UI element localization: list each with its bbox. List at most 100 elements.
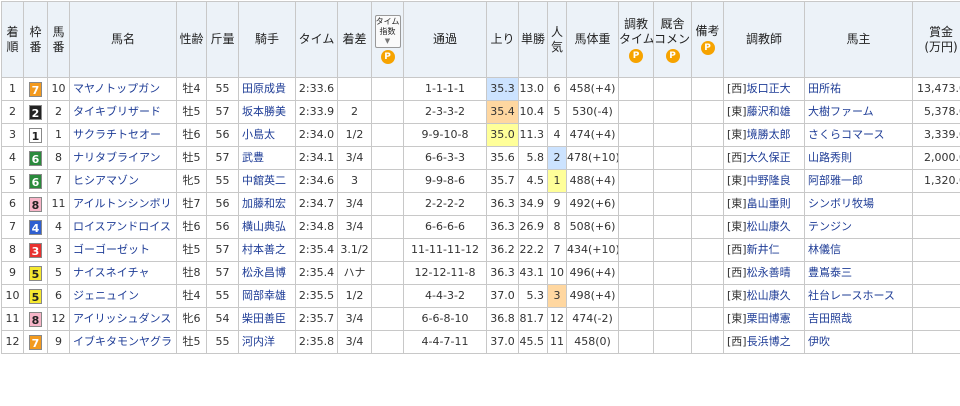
trainer-link[interactable]: 坂口正大: [747, 82, 791, 95]
jockey-link[interactable]: 河内洋: [239, 331, 296, 354]
weight-cell: 56: [207, 193, 239, 216]
margin-cell: 3/4: [338, 216, 372, 239]
owner-link[interactable]: 吉田照哉: [805, 308, 913, 331]
time-index-dropdown[interactable]: タイム指数 ▼: [375, 15, 401, 48]
jockey-link[interactable]: 小島太: [239, 124, 296, 147]
stable-comment-cell: [654, 78, 692, 101]
body-weight-cell: 508(+6): [567, 216, 619, 239]
umaban-cell: 2: [48, 101, 70, 124]
stable-comment-cell: [654, 308, 692, 331]
body-weight-cell: 474(+4): [567, 124, 619, 147]
jockey-link[interactable]: 松永昌博: [239, 262, 296, 285]
training-time-cell: [619, 239, 654, 262]
table-row: 1710マヤノトップガン牡455田原成貴2:33.61-1-1-135.313.…: [2, 78, 960, 101]
horse-name-link[interactable]: タイキブリザード: [70, 101, 177, 124]
time-index-cell: [372, 331, 404, 354]
trainer-link[interactable]: 大久保正: [747, 151, 791, 164]
jockey-link[interactable]: 横山典弘: [239, 216, 296, 239]
trainer-link[interactable]: 松山康久: [747, 289, 791, 302]
trainer-link[interactable]: 中野隆良: [747, 174, 791, 187]
owner-link[interactable]: テンジン: [805, 216, 913, 239]
header-owner: 馬主: [805, 2, 913, 78]
jockey-link[interactable]: 中舘英二: [239, 170, 296, 193]
jockey-link[interactable]: 武豊: [239, 147, 296, 170]
win-odds-cell: 10.4: [519, 101, 548, 124]
training-time-cell: [619, 101, 654, 124]
weight-cell: 55: [207, 285, 239, 308]
owner-link[interactable]: 阿部雅一郎: [805, 170, 913, 193]
umaban-cell: 3: [48, 239, 70, 262]
popularity-cell: 5: [548, 101, 567, 124]
jockey-link[interactable]: 村本善之: [239, 239, 296, 262]
weight-cell: 57: [207, 147, 239, 170]
header-umaban: 馬番: [48, 2, 70, 78]
remarks-cell: [692, 193, 724, 216]
trainer-link[interactable]: 畠山重則: [747, 197, 791, 210]
waku-badge: 5: [29, 289, 42, 304]
sex-age-cell: 牡6: [177, 216, 207, 239]
trainer-region: [東]: [727, 312, 747, 325]
owner-link[interactable]: さくらコマース: [805, 124, 913, 147]
owner-link[interactable]: 伊吹: [805, 331, 913, 354]
sex-age-cell: 牡7: [177, 193, 207, 216]
horse-name-link[interactable]: マヤノトップガン: [70, 78, 177, 101]
body-weight-cell: 474(-2): [567, 308, 619, 331]
rank-cell: 4: [2, 147, 24, 170]
horse-name-link[interactable]: ロイスアンドロイス: [70, 216, 177, 239]
trainer-link[interactable]: 長浜博之: [747, 335, 791, 348]
horse-name-link[interactable]: サクラチトセオー: [70, 124, 177, 147]
trainer-link[interactable]: 松山康久: [747, 220, 791, 233]
time-cell: 2:35.4: [296, 239, 338, 262]
horse-name-link[interactable]: アイリッシュダンス: [70, 308, 177, 331]
umaban-cell: 6: [48, 285, 70, 308]
owner-link[interactable]: シンボリ牧場: [805, 193, 913, 216]
last-3f-cell: 35.4: [487, 101, 519, 124]
trainer-link[interactable]: 松永善晴: [747, 266, 791, 279]
premium-icon: P: [666, 49, 680, 63]
horse-name-link[interactable]: ゴーゴーゼット: [70, 239, 177, 262]
jockey-link[interactable]: 加藤和宏: [239, 193, 296, 216]
jockey-link[interactable]: 田原成貴: [239, 78, 296, 101]
owner-link[interactable]: 田所祐: [805, 78, 913, 101]
trainer-cell: [西]長浜博之: [724, 331, 805, 354]
horse-name-link[interactable]: ヒシアマゾン: [70, 170, 177, 193]
owner-link[interactable]: 林儀信: [805, 239, 913, 262]
rank-cell: 7: [2, 216, 24, 239]
header-passing: 通過: [404, 2, 487, 78]
waku-cell: 1: [24, 124, 48, 147]
horse-name-link[interactable]: ジェニュイン: [70, 285, 177, 308]
header-prize: 賞金(万円): [913, 2, 960, 78]
trainer-region: [西]: [727, 335, 747, 348]
trainer-link[interactable]: 新井仁: [747, 243, 780, 256]
premium-icon: P: [381, 50, 395, 64]
margin-cell: 1/2: [338, 285, 372, 308]
owner-link[interactable]: 山路秀則: [805, 147, 913, 170]
trainer-link[interactable]: 境勝太郎: [747, 128, 791, 141]
trainer-link[interactable]: 藤沢和雄: [747, 105, 791, 118]
jockey-link[interactable]: 坂本勝美: [239, 101, 296, 124]
umaban-cell: 5: [48, 262, 70, 285]
table-row: 567ヒシアマゾン牝555中舘英二2:34.639-9-8-635.74.514…: [2, 170, 960, 193]
owner-link[interactable]: 豊嶌泰三: [805, 262, 913, 285]
owner-link[interactable]: 社台レースホース: [805, 285, 913, 308]
time-index-cell: [372, 193, 404, 216]
training-time-cell: [619, 285, 654, 308]
waku-cell: 6: [24, 170, 48, 193]
horse-name-link[interactable]: イブキタモンヤグラ: [70, 331, 177, 354]
popularity-cell: 6: [548, 78, 567, 101]
jockey-link[interactable]: 岡部幸雄: [239, 285, 296, 308]
umaban-cell: 8: [48, 147, 70, 170]
win-odds-cell: 4.5: [519, 170, 548, 193]
weight-cell: 55: [207, 170, 239, 193]
jockey-link[interactable]: 柴田善臣: [239, 308, 296, 331]
waku-cell: 8: [24, 308, 48, 331]
horse-name-link[interactable]: アイルトンシンボリ: [70, 193, 177, 216]
horse-name-link[interactable]: ナイスネイチャ: [70, 262, 177, 285]
trainer-link[interactable]: 栗田博憲: [747, 312, 791, 325]
weight-cell: 57: [207, 101, 239, 124]
time-cell: 2:35.5: [296, 285, 338, 308]
owner-link[interactable]: 大樹ファーム: [805, 101, 913, 124]
horse-name-link[interactable]: ナリタブライアン: [70, 147, 177, 170]
passing-cell: 6-6-8-10: [404, 308, 487, 331]
waku-badge: 1: [29, 128, 42, 143]
